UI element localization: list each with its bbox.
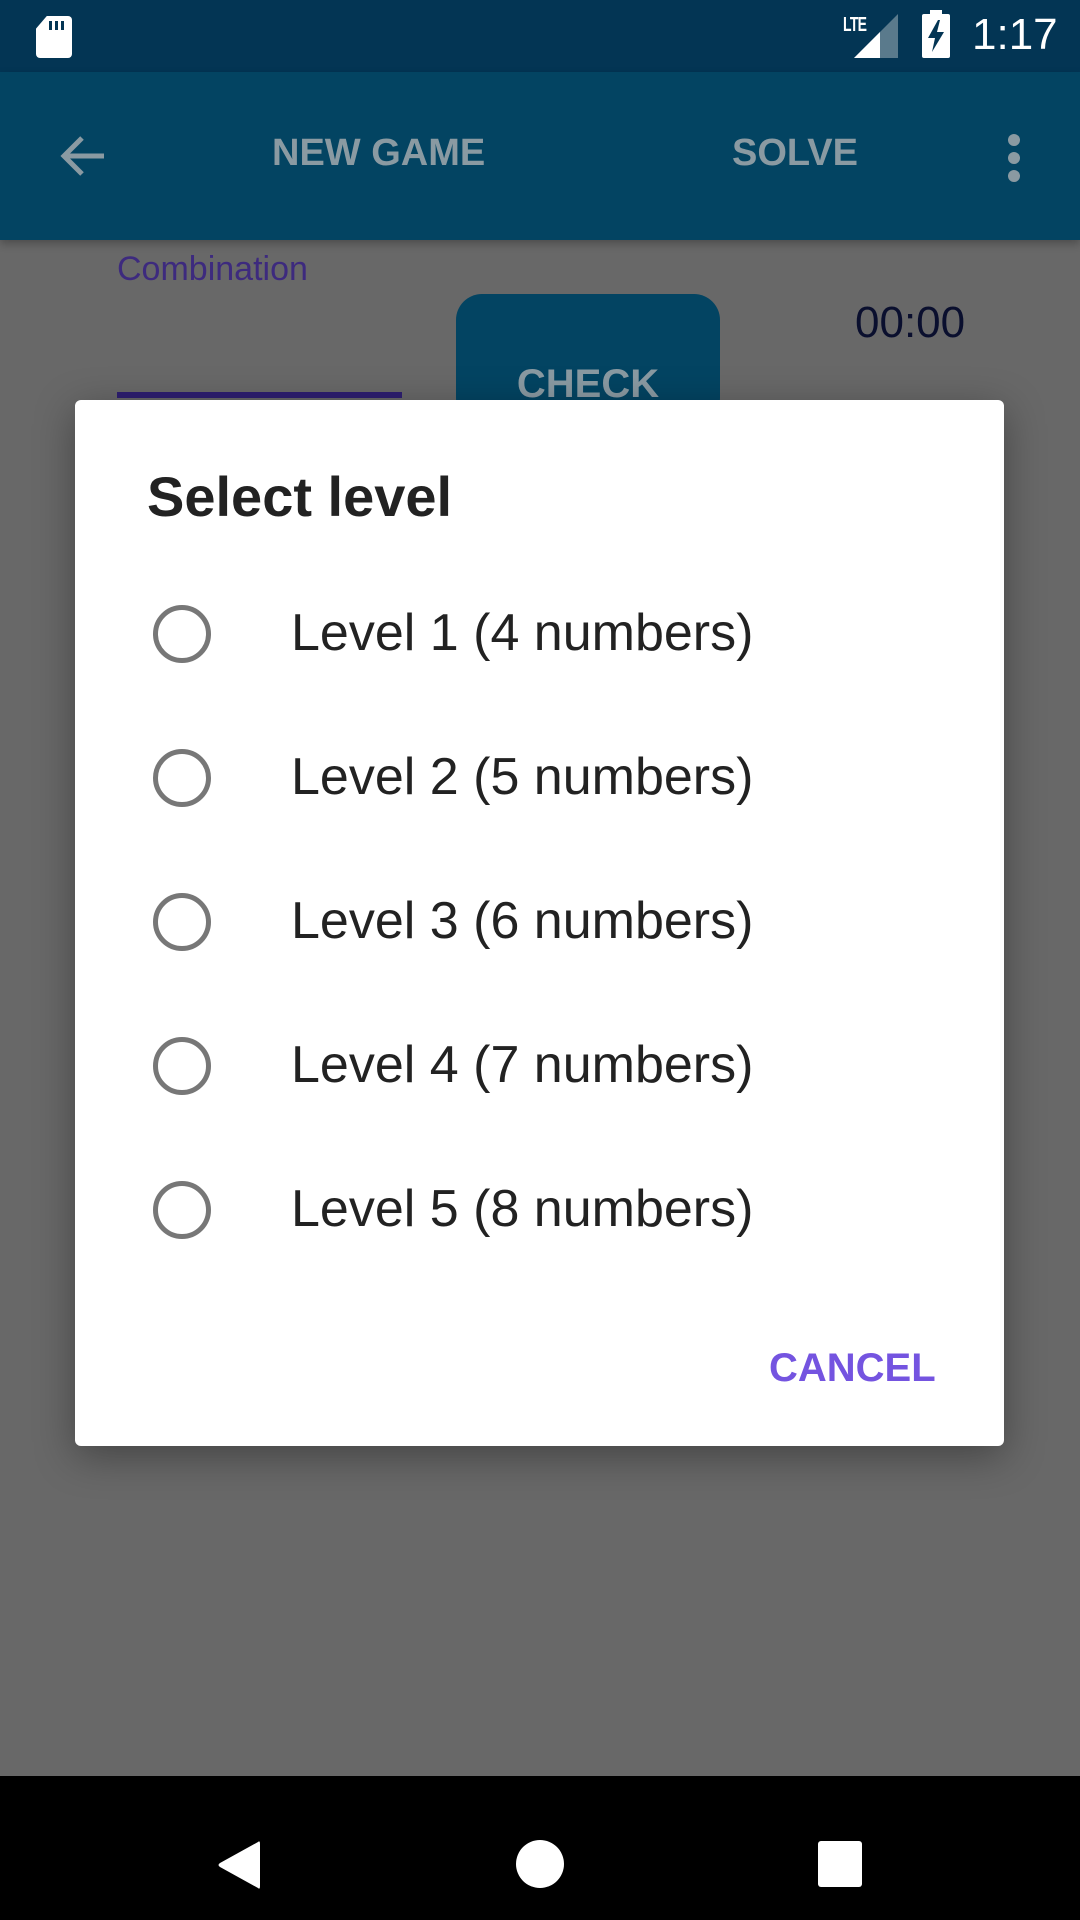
combination-input[interactable] [117,280,402,398]
app-bar: NEW GAME SOLVE [0,72,1080,240]
nav-recents-icon[interactable] [818,1841,862,1887]
level-option-label: Level 3 (6 numbers) [291,892,754,950]
new-game-button[interactable]: NEW GAME [272,132,485,175]
signal-icon [854,14,898,58]
more-options-icon[interactable] [1000,128,1028,188]
battery-charging-icon [922,10,950,58]
level-option-1[interactable]: Level 1 (4 numbers) [75,557,1004,701]
radio-button-icon[interactable] [153,1037,211,1095]
level-option-label: Level 1 (4 numbers) [291,604,754,662]
radio-button-icon[interactable] [153,605,211,663]
timer: 00:00 [855,298,966,347]
level-option-label: Level 2 (5 numbers) [291,748,754,806]
nav-home-icon[interactable] [516,1840,564,1888]
select-level-dialog: Select level Level 1 (4 numbers) Level 2… [75,400,1004,1446]
level-option-2[interactable]: Level 2 (5 numbers) [75,701,1004,845]
radio-button-icon[interactable] [153,1181,211,1239]
solve-button[interactable]: SOLVE [732,132,858,175]
dialog-title: Select level [147,465,453,528]
level-option-5[interactable]: Level 5 (8 numbers) [75,1133,1004,1277]
level-option-label: Level 5 (8 numbers) [291,1180,754,1238]
level-option-label: Level 4 (7 numbers) [291,1036,754,1094]
radio-button-icon[interactable] [153,893,211,951]
cancel-button[interactable]: CANCEL [755,1336,950,1401]
navigation-bar [0,1776,1080,1920]
level-option-4[interactable]: Level 4 (7 numbers) [75,989,1004,1133]
level-option-3[interactable]: Level 3 (6 numbers) [75,845,1004,989]
radio-button-icon[interactable] [153,749,211,807]
clock: 1:17 [972,10,1058,59]
sd-card-icon [36,16,72,58]
status-bar: LTE 1:17 [0,0,1080,72]
nav-back-icon[interactable] [216,1840,262,1890]
back-arrow-icon[interactable] [56,128,112,184]
